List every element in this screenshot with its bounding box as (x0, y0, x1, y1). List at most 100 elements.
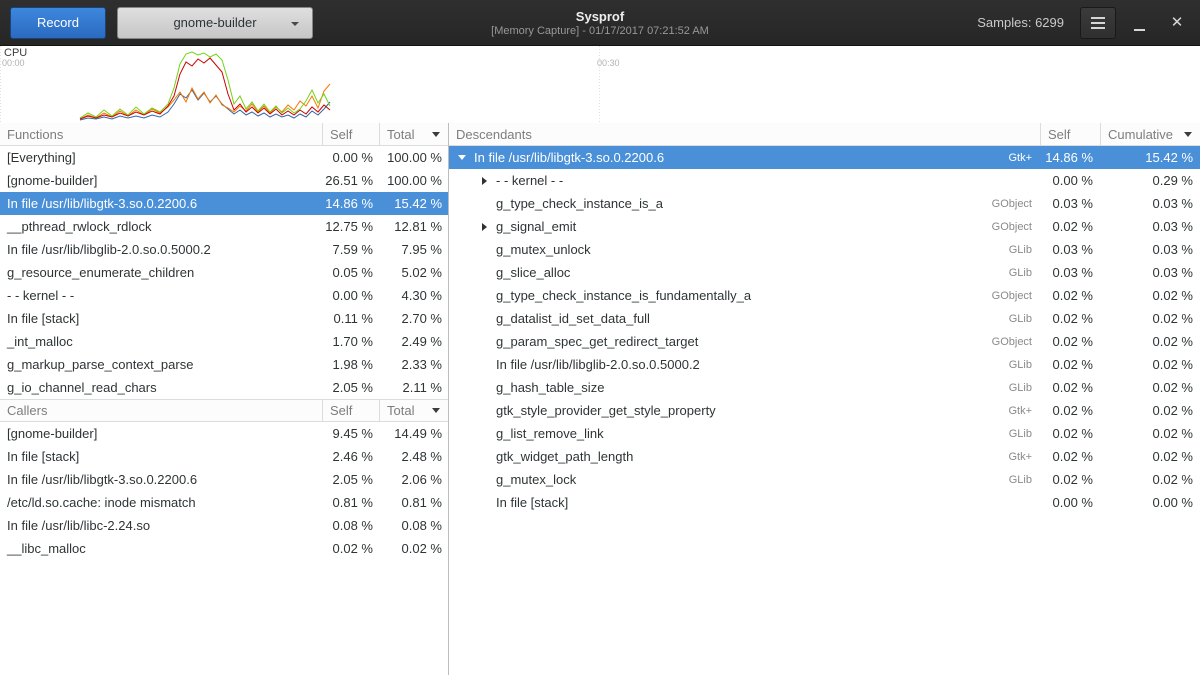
function-name: In file /usr/lib/libgtk-3.so.0.2200.6 (474, 150, 664, 165)
column-header-total[interactable]: Total (379, 123, 448, 145)
close-button[interactable]: ✕ (1162, 7, 1192, 39)
self-percent-cell: 2.05 % (322, 380, 379, 395)
function-row[interactable]: g_markup_parse_context_parse1.98 %2.33 % (0, 353, 448, 376)
menu-button[interactable] (1080, 7, 1116, 39)
column-header-self[interactable]: Self (322, 400, 379, 421)
expander-slot (476, 196, 492, 212)
self-percent-cell: 0.02 % (1040, 380, 1100, 395)
caller-row[interactable]: In file /usr/lib/libgtk-3.so.0.2200.62.0… (0, 468, 448, 491)
function-name-cell: [gnome-builder] (0, 173, 322, 188)
descendant-row[interactable]: g_mutex_lockGLib0.02 %0.02 % (449, 468, 1200, 491)
function-name: g_mutex_lock (496, 472, 576, 487)
descendant-row[interactable]: In file /usr/lib/libgtk-3.so.0.2200.6Gtk… (449, 146, 1200, 169)
column-header-self[interactable]: Self (1040, 123, 1100, 145)
descendant-row[interactable]: g_slice_allocGLib0.03 %0.03 % (449, 261, 1200, 284)
record-button[interactable]: Record (10, 7, 106, 39)
headerbar-right: Samples: 6299 ✕ (977, 7, 1192, 39)
descendant-row[interactable]: g_param_spec_get_redirect_targetGObject0… (449, 330, 1200, 353)
library-badge: GObject (966, 290, 1040, 302)
total-percent-cell: 2.11 % (379, 380, 448, 395)
expander-open-icon[interactable] (454, 150, 470, 166)
self-percent-cell: 0.05 % (322, 265, 379, 280)
caller-row[interactable]: __libc_malloc0.02 %0.02 % (0, 537, 448, 560)
function-row[interactable]: _int_malloc1.70 %2.49 % (0, 330, 448, 353)
descendant-name-cell: g_param_spec_get_redirect_target (449, 334, 966, 350)
function-name-cell: In file /usr/lib/libgtk-3.so.0.2200.6 (0, 196, 322, 211)
function-row[interactable]: In file /usr/lib/libglib-2.0.so.0.5000.2… (0, 238, 448, 261)
expander-slot (476, 265, 492, 281)
descendant-row[interactable]: In file [stack]0.00 %0.00 % (449, 491, 1200, 514)
descendant-row[interactable]: g_datalist_id_set_data_fullGLib0.02 %0.0… (449, 307, 1200, 330)
column-header-total[interactable]: Total (379, 400, 448, 421)
sort-descending-icon (432, 408, 440, 413)
descendant-row[interactable]: g_type_check_instance_is_fundamentally_a… (449, 284, 1200, 307)
caller-row[interactable]: [gnome-builder]9.45 %14.49 % (0, 422, 448, 445)
main-panes: Functions Self Total [Everything]0.00 %1… (0, 123, 1200, 675)
expander-slot (476, 426, 492, 442)
process-selector-dropdown[interactable]: gnome-builder (117, 7, 313, 39)
column-header-cumulative[interactable]: Cumulative (1100, 123, 1200, 145)
function-name: g_type_check_instance_is_a (496, 196, 663, 211)
caller-row[interactable]: In file /usr/lib/libc-2.24.so0.08 %0.08 … (0, 514, 448, 537)
self-percent-cell: 0.81 % (322, 495, 379, 510)
descendant-row[interactable]: g_mutex_unlockGLib0.03 %0.03 % (449, 238, 1200, 261)
app-subtitle: [Memory Capture] - 01/17/2017 07:21:52 A… (491, 24, 709, 38)
descendant-row[interactable]: gtk_style_provider_get_style_propertyGtk… (449, 399, 1200, 422)
function-name-cell: /etc/ld.so.cache: inode mismatch (0, 495, 322, 510)
descendant-name-cell: g_mutex_lock (449, 472, 966, 488)
minimize-button[interactable] (1124, 7, 1154, 39)
triangle-shape (458, 155, 466, 160)
column-header-descendants[interactable]: Descendants (449, 123, 1040, 145)
sort-descending-icon (432, 132, 440, 137)
expander-slot (476, 472, 492, 488)
total-percent-cell: 5.02 % (379, 265, 448, 280)
self-percent-cell: 0.02 % (1040, 311, 1100, 326)
descendant-row[interactable]: gtk_widget_path_lengthGtk+0.02 %0.02 % (449, 445, 1200, 468)
library-badge: GObject (966, 198, 1040, 210)
descendant-name-cell: g_slice_alloc (449, 265, 966, 281)
self-percent-cell: 7.59 % (322, 242, 379, 257)
descendant-row[interactable]: - - kernel - -0.00 %0.29 % (449, 169, 1200, 192)
function-name: In file [stack] (496, 495, 568, 510)
descendant-name-cell: g_type_check_instance_is_fundamentally_a (449, 288, 966, 304)
function-row[interactable]: - - kernel - -0.00 %4.30 % (0, 284, 448, 307)
function-row[interactable]: g_resource_enumerate_children0.05 %5.02 … (0, 261, 448, 284)
function-name-cell: g_resource_enumerate_children (0, 265, 322, 280)
function-row[interactable]: __pthread_rwlock_rdlock12.75 %12.81 % (0, 215, 448, 238)
descendant-name-cell: g_hash_table_size (449, 380, 966, 396)
descendant-row[interactable]: g_type_check_instance_is_aGObject0.03 %0… (449, 192, 1200, 215)
descendant-name-cell: g_signal_emit (449, 219, 966, 235)
function-name: g_signal_emit (496, 219, 576, 234)
function-row[interactable]: [Everything]0.00 %100.00 % (0, 146, 448, 169)
column-header-total-label: Total (387, 403, 414, 418)
column-header-functions[interactable]: Functions (0, 123, 322, 145)
function-name: - - kernel - - (496, 173, 563, 188)
function-row[interactable]: In file [stack]0.11 %2.70 % (0, 307, 448, 330)
column-header-self[interactable]: Self (322, 123, 379, 145)
left-pane: Functions Self Total [Everything]0.00 %1… (0, 123, 449, 675)
chevron-down-icon (291, 22, 299, 26)
caller-row[interactable]: /etc/ld.so.cache: inode mismatch0.81 %0.… (0, 491, 448, 514)
function-row[interactable]: In file /usr/lib/libgtk-3.so.0.2200.614.… (0, 192, 448, 215)
self-percent-cell: 2.46 % (322, 449, 379, 464)
library-badge: GObject (966, 336, 1040, 348)
function-row[interactable]: [gnome-builder]26.51 %100.00 % (0, 169, 448, 192)
self-percent-cell: 0.02 % (1040, 449, 1100, 464)
descendant-row[interactable]: In file /usr/lib/libglib-2.0.so.0.5000.2… (449, 353, 1200, 376)
self-percent-cell: 0.02 % (1040, 357, 1100, 372)
library-badge: GObject (966, 221, 1040, 233)
column-header-callers[interactable]: Callers (0, 400, 322, 421)
function-row[interactable]: g_io_channel_read_chars2.05 %2.11 % (0, 376, 448, 399)
function-name-cell: - - kernel - - (0, 288, 322, 303)
self-percent-cell: 0.02 % (1040, 403, 1100, 418)
descendant-row[interactable]: g_list_remove_linkGLib0.02 %0.02 % (449, 422, 1200, 445)
process-selector-value: gnome-builder (173, 15, 256, 30)
descendant-row[interactable]: g_signal_emitGObject0.02 %0.03 % (449, 215, 1200, 238)
cpu-usage-graph[interactable]: CPU 00:00 00:30 (0, 46, 1200, 123)
expander-closed-icon[interactable] (476, 173, 492, 189)
self-percent-cell: 1.98 % (322, 357, 379, 372)
total-percent-cell: 2.33 % (379, 357, 448, 372)
expander-closed-icon[interactable] (476, 219, 492, 235)
descendant-row[interactable]: g_hash_table_sizeGLib0.02 %0.02 % (449, 376, 1200, 399)
caller-row[interactable]: In file [stack]2.46 %2.48 % (0, 445, 448, 468)
